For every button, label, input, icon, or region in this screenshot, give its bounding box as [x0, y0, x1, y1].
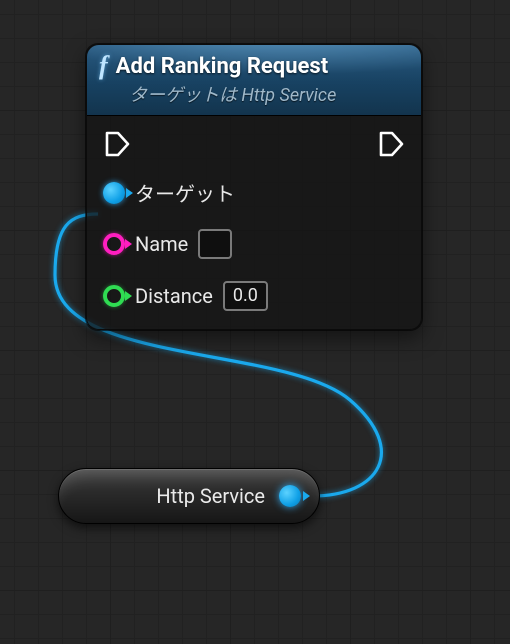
node-add-ranking-request[interactable]: f Add Ranking Request ターゲットは Http Servic…: [86, 44, 422, 330]
name-input[interactable]: [198, 229, 232, 259]
function-icon: f: [99, 53, 108, 79]
distance-input[interactable]: 0.0: [223, 281, 268, 311]
exec-out-pin[interactable]: [377, 130, 405, 158]
pin-distance[interactable]: Distance 0.0: [103, 281, 405, 311]
object-pin-icon[interactable]: [103, 182, 125, 204]
node-body: ターゲット Name Distance 0.0: [87, 116, 421, 329]
node-http-service[interactable]: Http Service: [58, 468, 320, 524]
pin-target[interactable]: ターゲット: [103, 178, 405, 207]
float-pin-icon[interactable]: [103, 285, 125, 307]
string-pin-icon[interactable]: [103, 233, 125, 255]
pin-name[interactable]: Name: [103, 229, 405, 259]
http-service-label: Http Service: [156, 484, 265, 508]
pin-distance-label: Distance: [135, 284, 213, 308]
pin-name-label: Name: [135, 232, 188, 256]
http-service-output-pin[interactable]: [279, 485, 301, 507]
node-title: Add Ranking Request: [116, 54, 329, 79]
pin-target-label: ターゲット: [135, 178, 235, 207]
exec-in-pin[interactable]: [103, 130, 131, 158]
node-header[interactable]: f Add Ranking Request ターゲットは Http Servic…: [87, 45, 421, 116]
node-subtitle: ターゲットは Http Service: [99, 81, 407, 107]
